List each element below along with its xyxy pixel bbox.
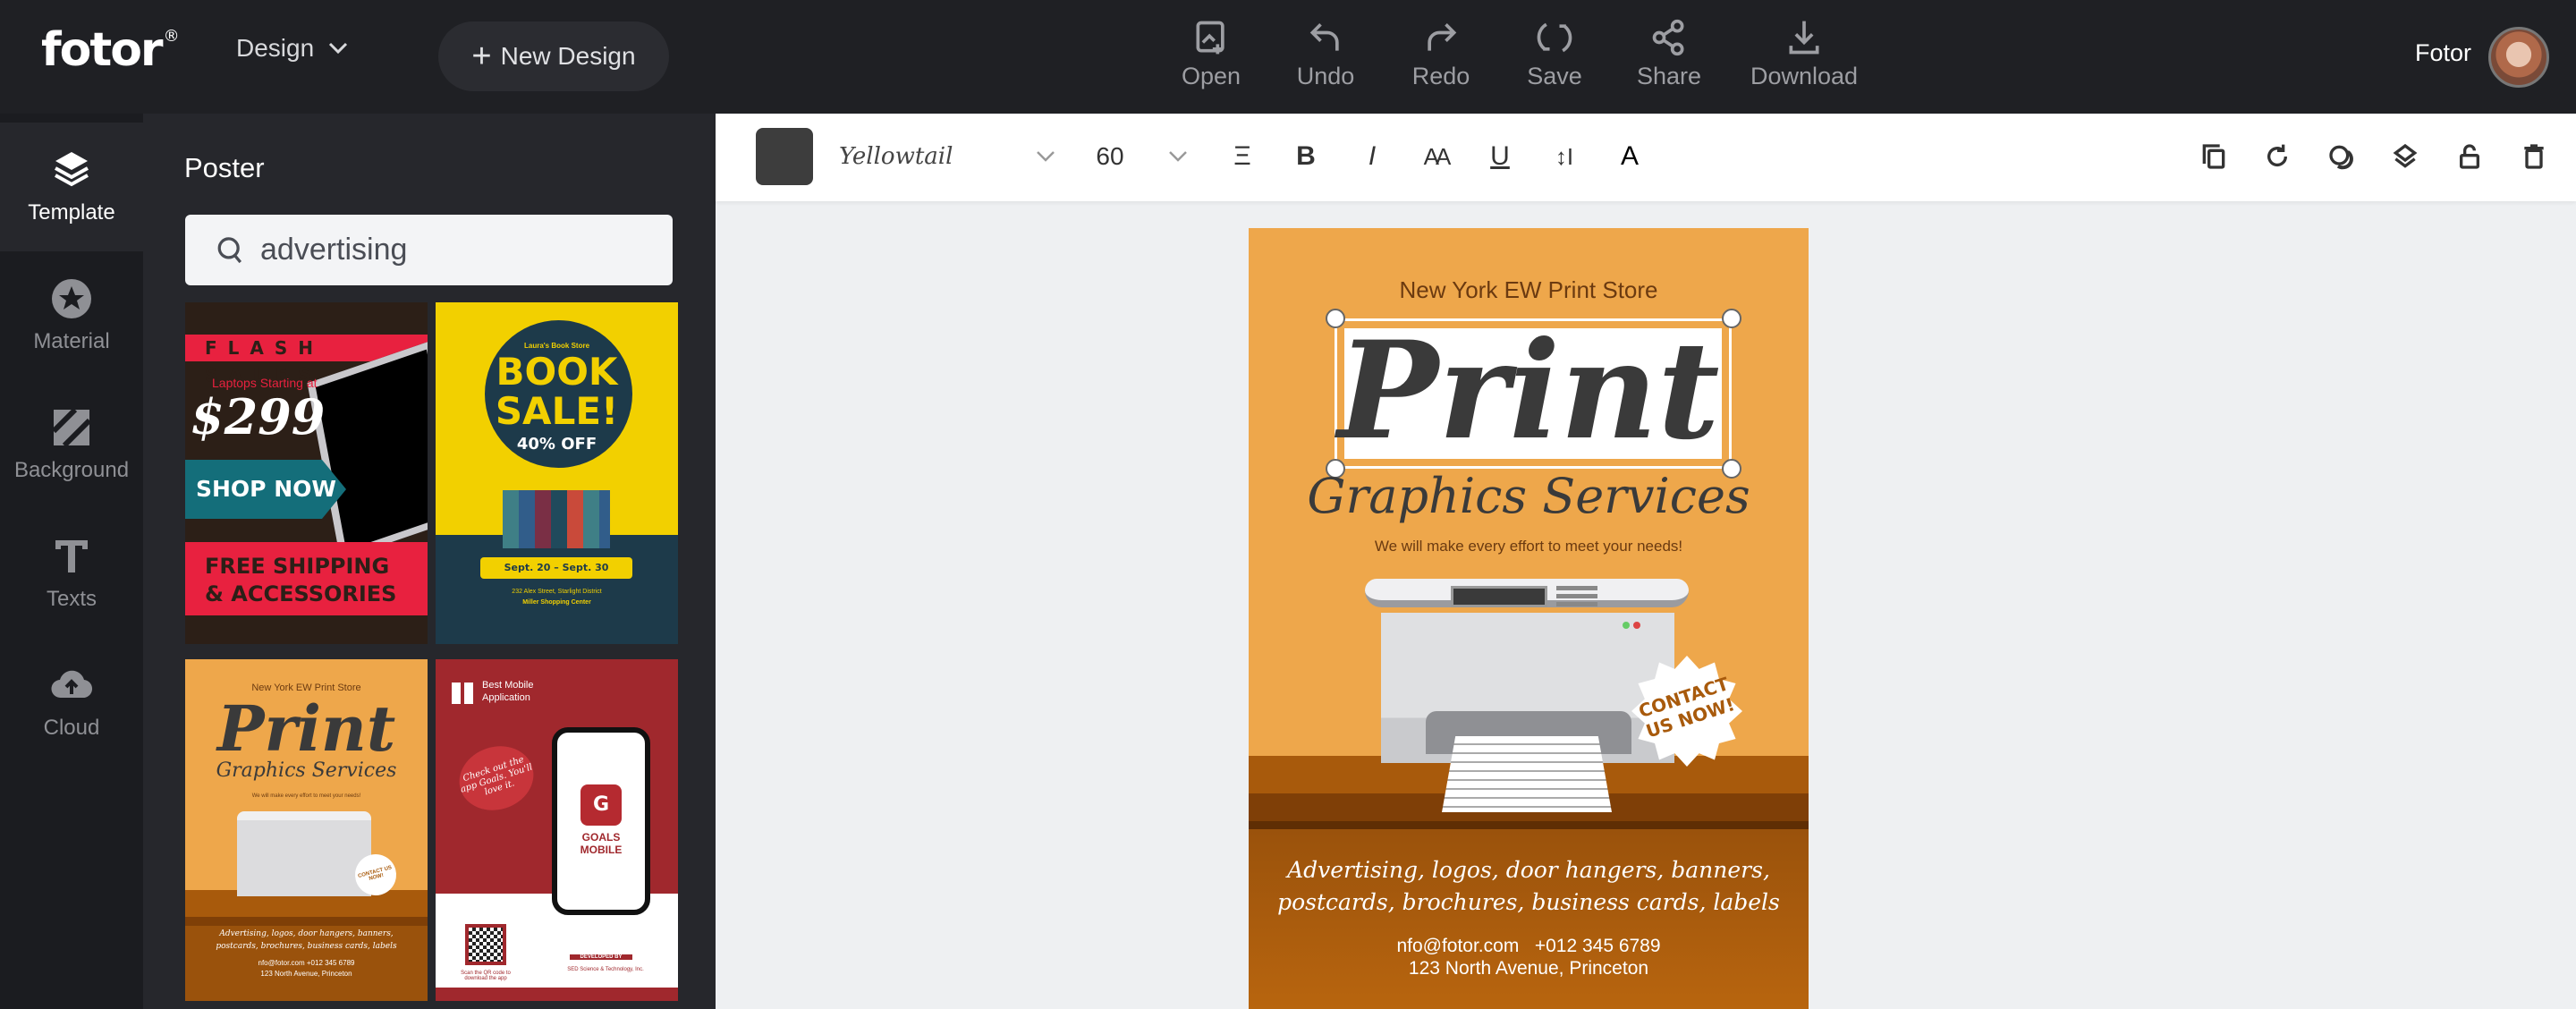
user-name[interactable]: Fotor bbox=[2415, 39, 2471, 67]
printer-lid bbox=[1365, 579, 1689, 607]
undo-icon bbox=[1309, 23, 1339, 51]
qr-code bbox=[465, 924, 506, 965]
letter-case-icon[interactable]: AA bbox=[1418, 128, 1453, 185]
windows-icon bbox=[452, 683, 473, 704]
rotate-icon[interactable] bbox=[2263, 142, 2292, 171]
sidebar-item-texts[interactable]: Texts bbox=[0, 509, 143, 638]
italic-icon[interactable]: I bbox=[1354, 128, 1390, 185]
design-menu-label: Design bbox=[236, 34, 315, 62]
printed-paper bbox=[1442, 736, 1612, 812]
delete-icon[interactable] bbox=[2520, 142, 2548, 171]
template-thumbnail-mobile-app[interactable]: Best Mobile Application G GOALS MOBILE C… bbox=[436, 659, 678, 1001]
poster-address[interactable]: 123 North Avenue, Princeton bbox=[1249, 957, 1809, 979]
duplicate-icon[interactable] bbox=[2199, 142, 2228, 171]
resize-handle-top-left[interactable] bbox=[1326, 309, 1345, 328]
fotor-logo[interactable]: fotor ® bbox=[41, 23, 180, 77]
download-button[interactable]: Download bbox=[1750, 18, 1858, 90]
line-spacing-icon[interactable]: ↕I bbox=[1546, 128, 1582, 185]
sidebar-item-cloud[interactable]: Cloud bbox=[0, 638, 143, 767]
chevron-down-icon[interactable] bbox=[1168, 150, 1188, 163]
hatch-icon bbox=[51, 407, 92, 448]
open-image-icon bbox=[1196, 21, 1224, 55]
save-sync-icon bbox=[1537, 22, 1572, 53]
lock-icon[interactable] bbox=[2455, 142, 2484, 171]
chevron-down-icon bbox=[329, 42, 348, 55]
poster-contact-line[interactable]: nfo@fotor.com +012 345 6789 bbox=[1249, 935, 1809, 957]
template-thumbnail-print-services[interactable]: New York EW Print Store Print Graphics S… bbox=[185, 659, 428, 1001]
poster-print-title[interactable]: Print bbox=[1249, 310, 1809, 471]
search-input[interactable]: advertising bbox=[185, 215, 673, 285]
poster-tagline[interactable]: We will make every effort to meet your n… bbox=[1249, 538, 1809, 555]
new-design-button[interactable]: + New Design bbox=[438, 21, 669, 91]
bold-icon[interactable]: B bbox=[1288, 128, 1324, 185]
font-family-select[interactable]: Yellowtail bbox=[839, 128, 1018, 185]
underline-icon[interactable]: U bbox=[1482, 128, 1518, 185]
cloud-upload-icon bbox=[51, 670, 93, 699]
laptop-image bbox=[307, 340, 428, 560]
text-t-icon bbox=[55, 540, 88, 572]
text-color-icon[interactable]: A bbox=[1612, 128, 1648, 185]
panel-title: Poster bbox=[184, 152, 265, 183]
share-button[interactable]: Share bbox=[1615, 18, 1723, 90]
plus-icon: + bbox=[471, 38, 492, 75]
poster-services-line1[interactable]: Advertising, logos, door hangers, banner… bbox=[1249, 854, 1809, 886]
chevron-down-icon[interactable] bbox=[1036, 150, 1055, 163]
download-icon bbox=[1789, 21, 1819, 55]
template-thumbnail-flash-sales[interactable]: FLASH SALES Laptops Starting at $299 SHO… bbox=[185, 302, 428, 644]
share-icon bbox=[1652, 19, 1684, 56]
poster-services-line2[interactable]: postcards, brochures, business cards, la… bbox=[1249, 886, 1809, 919]
poster-store-name[interactable]: New York EW Print Store bbox=[1249, 276, 1809, 304]
printer-illustration bbox=[237, 811, 371, 896]
align-icon[interactable]: Ξ bbox=[1224, 128, 1260, 185]
template-thumbnail-book-sale[interactable]: Laura's Book Store BOOK SALE! 40% OFF Sep… bbox=[436, 302, 678, 644]
avatar[interactable] bbox=[2488, 27, 2549, 88]
open-button[interactable]: Open bbox=[1157, 18, 1265, 90]
search-icon bbox=[217, 236, 242, 263]
sidebar-item-background[interactable]: Background bbox=[0, 380, 143, 509]
poster-canvas[interactable]: New York EW Print Store Print Graphics S… bbox=[1249, 228, 1809, 1009]
font-size-select[interactable]: 60 bbox=[1088, 128, 1132, 185]
star-icon bbox=[52, 279, 91, 318]
sidebar-item-material[interactable]: Material bbox=[0, 251, 143, 380]
layers-icon[interactable] bbox=[2391, 142, 2419, 171]
design-menu[interactable]: Design bbox=[236, 34, 348, 63]
redo-icon bbox=[1428, 23, 1457, 51]
opacity-icon[interactable] bbox=[2327, 142, 2356, 171]
undo-button[interactable]: Undo bbox=[1272, 18, 1379, 90]
resize-handle-top-right[interactable] bbox=[1722, 309, 1741, 328]
save-button[interactable]: Save bbox=[1501, 18, 1608, 90]
sidebar-item-template[interactable]: Template bbox=[0, 123, 143, 251]
poster-subtitle[interactable]: Graphics Services bbox=[1249, 468, 1809, 524]
books-illustration bbox=[503, 490, 610, 548]
layers-icon bbox=[55, 152, 89, 187]
redo-button[interactable]: Redo bbox=[1387, 18, 1495, 90]
text-color-swatch[interactable] bbox=[756, 128, 813, 185]
